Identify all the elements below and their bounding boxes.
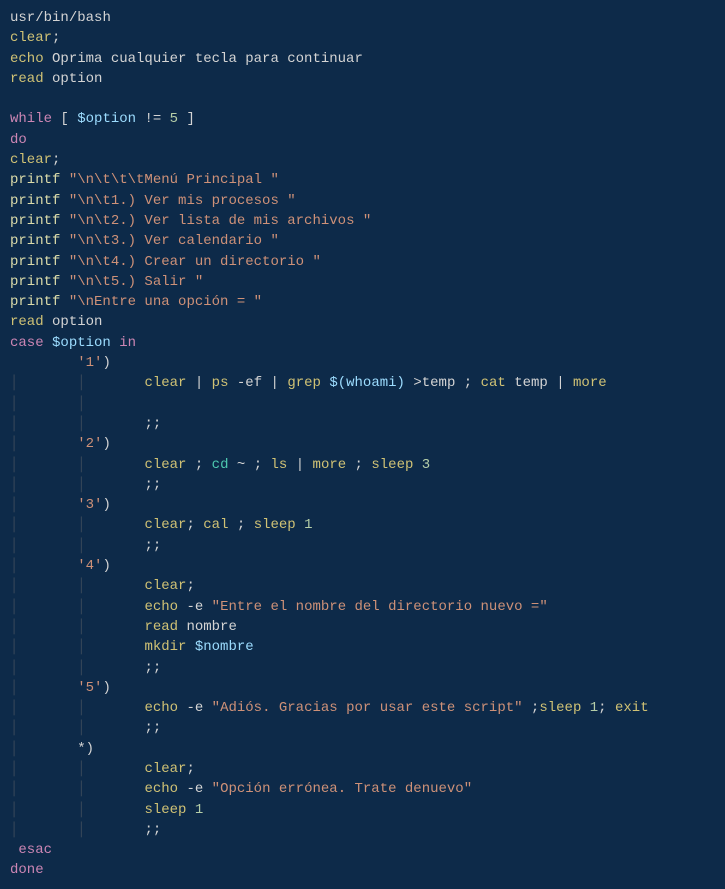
code-line: clear; — [10, 28, 715, 48]
code-line: printf "\n\t4.) Crear un directorio " — [10, 252, 715, 272]
code-line: │ │ ;; — [10, 718, 715, 738]
code-line: │ │ clear; — [10, 576, 715, 596]
code-line: printf "\n\t5.) Salir " — [10, 272, 715, 292]
code-line: usr/bin/bash — [10, 8, 715, 28]
code-block: usr/bin/bash clear; echo Oprima cualquie… — [10, 8, 715, 881]
code-line: │ '3') — [10, 495, 715, 515]
code-line: '1') — [10, 353, 715, 373]
code-line: clear; — [10, 150, 715, 170]
code-line — [10, 89, 715, 109]
code-line: printf "\n\t2.) Ver lista de mis archivo… — [10, 211, 715, 231]
code-line: │ │ ;; — [10, 475, 715, 495]
code-line: │ │ echo -e "Entre el nombre del directo… — [10, 597, 715, 617]
code-line: done — [10, 860, 715, 880]
code-line: esac — [10, 840, 715, 860]
code-line: │ │ read nombre — [10, 617, 715, 637]
code-line: │ │ clear | ps -ef | grep $(whoami) >tem… — [10, 373, 715, 393]
code-line: │ '4') — [10, 556, 715, 576]
code-line: │ │ clear; — [10, 759, 715, 779]
code-line: │ │ — [10, 394, 715, 414]
code-line: │ │ ;; — [10, 658, 715, 678]
code-line: │ │ ;; — [10, 820, 715, 840]
code-line: │ │ echo -e "Opción errónea. Trate denue… — [10, 779, 715, 799]
code-line: │ │ mkdir $nombre — [10, 637, 715, 657]
code-line: │ '5') — [10, 678, 715, 698]
code-line: │ '2') — [10, 434, 715, 454]
code-line: while [ $option != 5 ] — [10, 109, 715, 129]
code-line: │ │ echo -e "Adiós. Gracias por usar est… — [10, 698, 715, 718]
code-line: do — [10, 130, 715, 150]
code-line: read option — [10, 312, 715, 332]
code-line: │ │ clear ; cd ~ ; ls | more ; sleep 3 — [10, 455, 715, 475]
code-line: printf "\n\t1.) Ver mis procesos " — [10, 191, 715, 211]
code-line: read option — [10, 69, 715, 89]
code-line: printf "\n\t3.) Ver calendario " — [10, 231, 715, 251]
code-line: │ │ ;; — [10, 414, 715, 434]
code-line: printf "\n\t\t\tMenú Principal " — [10, 170, 715, 190]
code-line: │ │ sleep 1 — [10, 800, 715, 820]
code-line: case $option in — [10, 333, 715, 353]
code-line: │ │ clear; cal ; sleep 1 — [10, 515, 715, 535]
code-line: │ *) — [10, 739, 715, 759]
code-line: printf "\nEntre una opción = " — [10, 292, 715, 312]
code-line: │ │ ;; — [10, 536, 715, 556]
code-line: echo Oprima cualquier tecla para continu… — [10, 49, 715, 69]
